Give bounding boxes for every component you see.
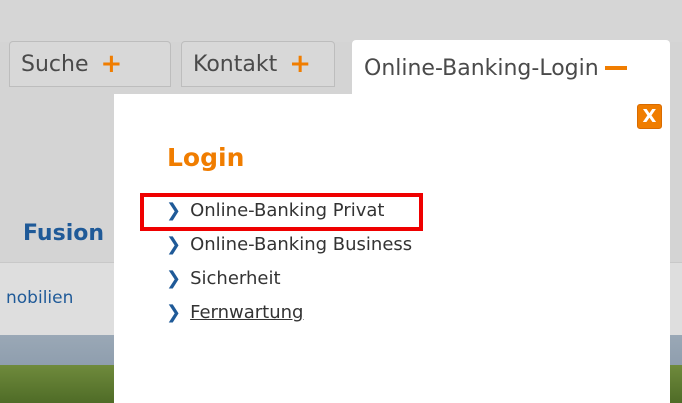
tab-login-label: Online-Banking-Login: [364, 55, 599, 81]
link-label: Fernwartung: [190, 302, 304, 323]
chevron-right-icon: ❯: [166, 234, 182, 255]
link-sicherheit[interactable]: ❯ Sicherheit: [166, 268, 281, 289]
plus-icon: +: [100, 49, 123, 79]
link-online-banking-business[interactable]: ❯ Online-Banking Business: [166, 234, 412, 255]
plus-icon: +: [289, 49, 312, 79]
chevron-right-icon: ❯: [166, 268, 182, 289]
link-fernwartung[interactable]: ❯ Fernwartung: [166, 302, 303, 323]
nav-item-immobilien[interactable]: nobilien: [6, 288, 73, 308]
nav-item-fusion[interactable]: Fusion: [23, 221, 104, 246]
close-icon: X: [642, 106, 657, 127]
tab-suche-label: Suche: [21, 51, 89, 77]
panel-title: Login: [167, 143, 245, 172]
link-label: Online-Banking Business: [190, 234, 413, 255]
chevron-right-icon: ❯: [166, 302, 182, 323]
close-button[interactable]: X: [637, 104, 662, 129]
link-label: Sicherheit: [190, 268, 281, 289]
tab-online-banking-login[interactable]: Online-Banking-Login: [352, 40, 670, 96]
highlight-box: [140, 193, 423, 231]
tab-kontakt-label: Kontakt: [193, 51, 278, 77]
tab-kontakt[interactable]: Kontakt +: [181, 41, 335, 87]
top-bar: [0, 0, 682, 42]
tab-suche[interactable]: Suche +: [9, 41, 171, 87]
minus-icon: [604, 66, 627, 70]
